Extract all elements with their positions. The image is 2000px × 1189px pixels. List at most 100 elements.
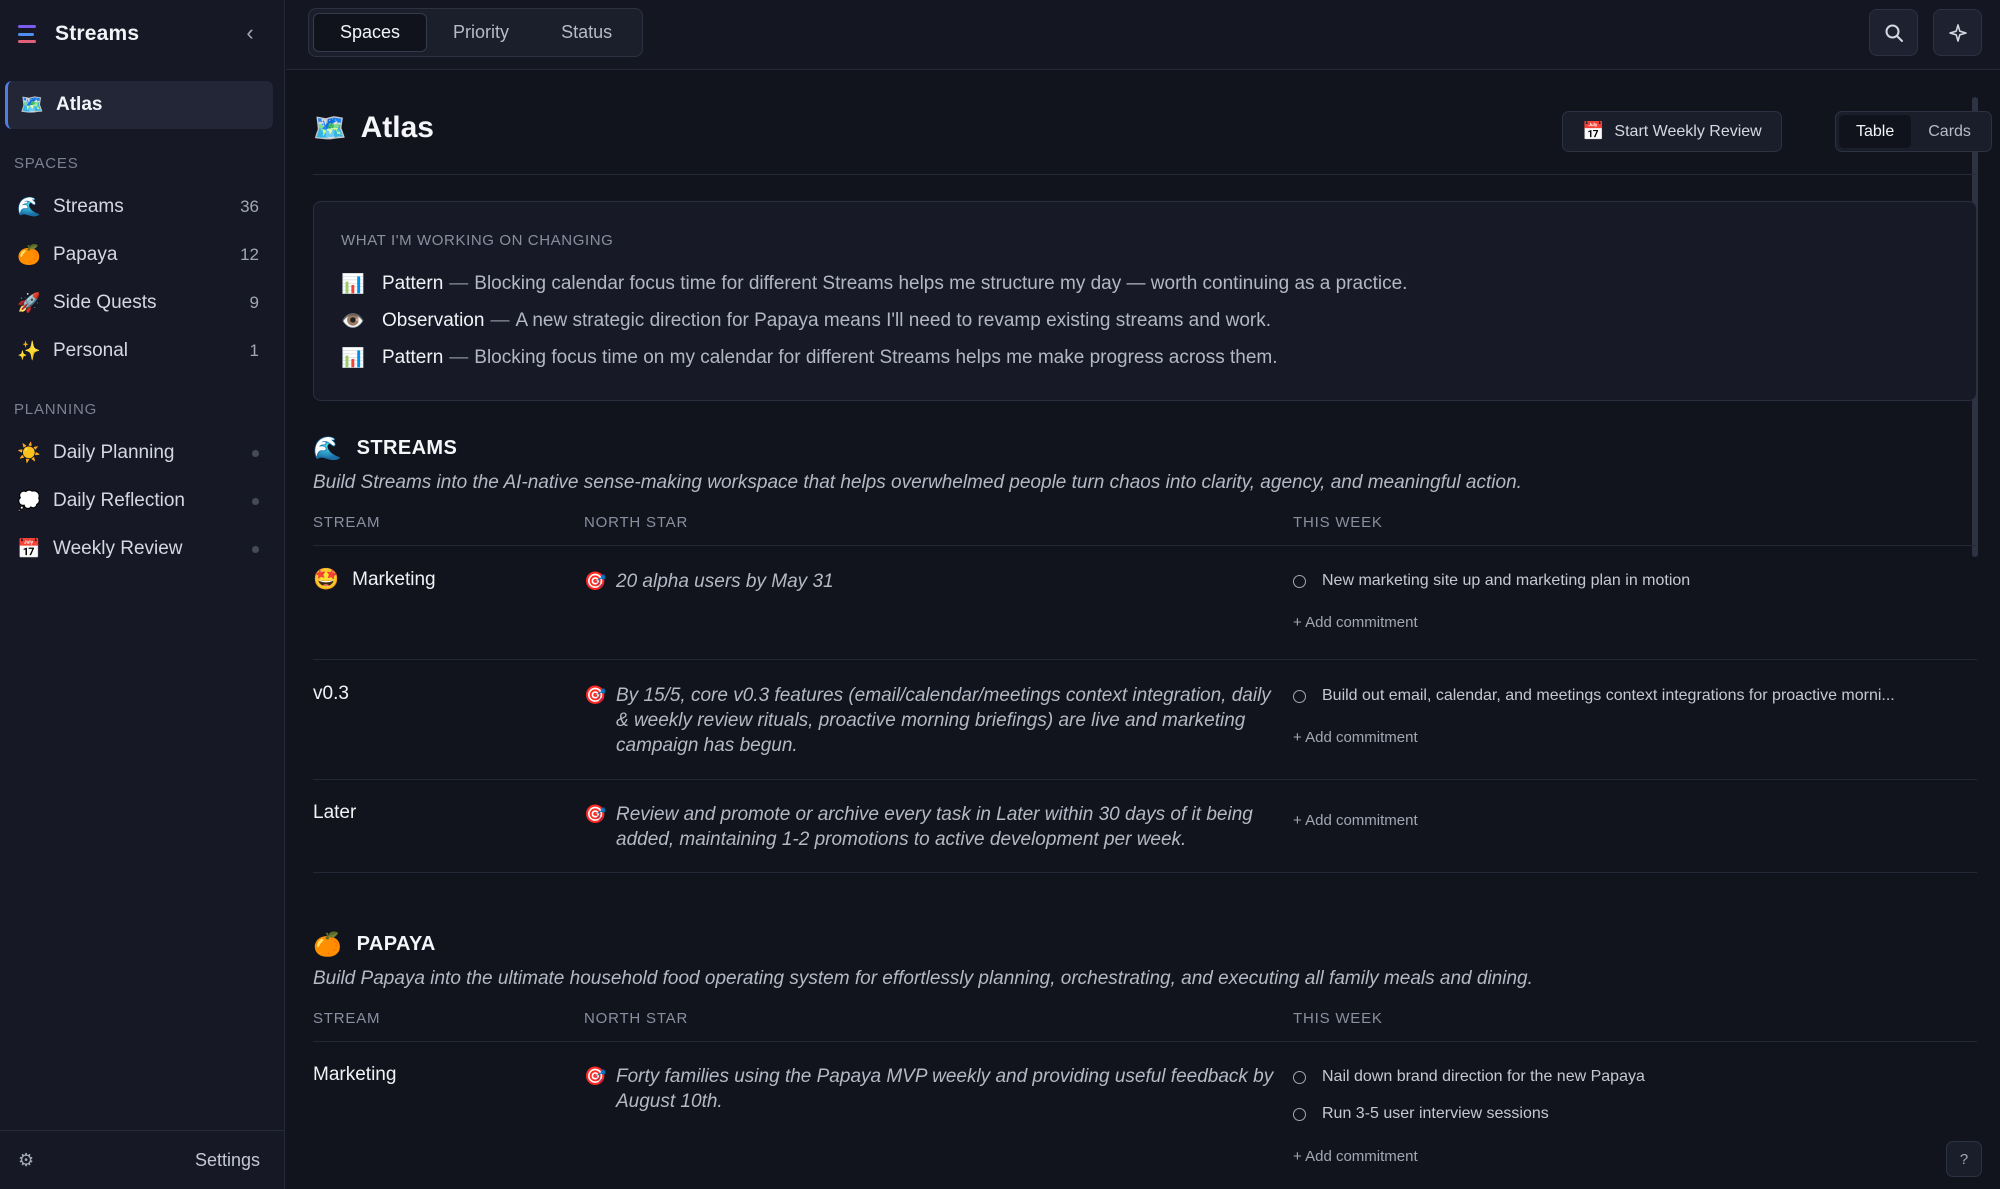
map-icon: 🗺️ bbox=[20, 95, 44, 116]
view-cards-option[interactable]: Cards bbox=[1911, 115, 1988, 148]
column-header-this-week: THIS WEEK bbox=[1293, 1010, 1383, 1027]
settings-button[interactable]: Settings bbox=[195, 1150, 260, 1171]
sidebar-item-label: Weekly Review bbox=[53, 538, 183, 559]
button-label: Start Weekly Review bbox=[1614, 122, 1762, 140]
insight-item: 👁️ Observation — A new strategic directi… bbox=[341, 302, 1949, 339]
stream-name[interactable]: 🤩 Marketing bbox=[313, 568, 436, 592]
thought-bubble-icon: 💭 bbox=[17, 491, 41, 512]
checkbox-circle-icon[interactable] bbox=[1293, 689, 1306, 703]
start-weekly-review-button[interactable]: 📅 Start Weekly Review bbox=[1562, 111, 1782, 152]
north-star-text: Review and promote or archive every task… bbox=[616, 804, 1253, 850]
insight-text: A new strategic direction for Papaya mea… bbox=[515, 309, 1271, 331]
commitment-item[interactable]: New marketing site up and marketing plan… bbox=[1293, 572, 1943, 590]
bar-chart-icon: 📊 bbox=[341, 273, 365, 295]
eye-icon: 👁️ bbox=[341, 310, 365, 332]
north-star-text: By 15/5, core v0.3 features (email/calen… bbox=[616, 685, 1271, 756]
sidebar-item-daily-reflection[interactable]: 💭 Daily Reflection bbox=[5, 479, 273, 523]
divider bbox=[313, 872, 1977, 873]
calendar-icon: 📅 bbox=[1582, 121, 1605, 141]
north-star: 🎯 Forty families using the Papaya MVP we… bbox=[584, 1064, 1274, 1114]
search-icon bbox=[1885, 24, 1903, 42]
checkbox-circle-icon[interactable] bbox=[1293, 574, 1306, 588]
calendar-icon: 📅 bbox=[17, 539, 41, 560]
wave-icon: 🌊 bbox=[313, 435, 342, 461]
commitment-item[interactable]: Run 3-5 user interview sessions bbox=[1293, 1105, 1943, 1123]
checkbox-circle-icon[interactable] bbox=[1293, 1070, 1306, 1084]
add-commitment-button[interactable]: + Add commitment bbox=[1293, 729, 1418, 746]
stream-name[interactable]: v0.3 bbox=[313, 683, 349, 705]
sidebar-item-atlas[interactable]: 🗺️ Atlas bbox=[5, 81, 273, 129]
sidebar-footer: ⚙ Settings bbox=[0, 1130, 285, 1189]
stream-name[interactable]: Marketing bbox=[313, 1064, 396, 1086]
north-star: 🎯 20 alpha users by May 31 bbox=[584, 569, 1274, 594]
separator: — bbox=[449, 272, 469, 294]
stream-label: v0.3 bbox=[313, 683, 349, 704]
status-dot bbox=[252, 449, 259, 457]
status-dot bbox=[252, 497, 259, 505]
sidebar-item-count: 9 bbox=[249, 293, 259, 312]
ai-assistant-button[interactable] bbox=[1933, 9, 1982, 56]
working-on-changing-card: WHAT I'M WORKING ON CHANGING 📊 Pattern —… bbox=[313, 201, 1977, 401]
chevron-left-icon[interactable]: ‹ bbox=[238, 22, 262, 46]
gear-icon[interactable]: ⚙ bbox=[18, 1150, 34, 1171]
sidebar-item-label: Daily Planning bbox=[53, 442, 175, 463]
commitment-text: Run 3-5 user interview sessions bbox=[1322, 1105, 1549, 1122]
north-star-text: 20 alpha users by May 31 bbox=[616, 571, 834, 592]
insight-item: 📊 Pattern — Blocking calendar focus time… bbox=[341, 265, 1949, 302]
insight-kind: Pattern bbox=[382, 272, 444, 294]
column-header-stream: STREAM bbox=[313, 1010, 381, 1027]
commitment-item[interactable]: Build out email, calendar, and meetings … bbox=[1293, 687, 1943, 705]
target-icon: 🎯 bbox=[584, 804, 607, 824]
sparkles-icon: ✨ bbox=[17, 341, 41, 362]
search-button[interactable] bbox=[1869, 9, 1918, 56]
page-title-text: Atlas bbox=[360, 111, 434, 144]
sidebar-item-personal[interactable]: ✨ Personal 1 bbox=[5, 329, 273, 373]
stream-name[interactable]: Later bbox=[313, 802, 356, 824]
view-toggle: Table Cards bbox=[1835, 111, 1992, 152]
card-heading: WHAT I'M WORKING ON CHANGING bbox=[341, 232, 614, 249]
sun-icon: ☀️ bbox=[17, 443, 41, 464]
add-commitment-button[interactable]: + Add commitment bbox=[1293, 1148, 1418, 1165]
commitment-item[interactable]: Nail down brand direction for the new Pa… bbox=[1293, 1068, 1943, 1086]
checkbox-circle-icon[interactable] bbox=[1293, 1107, 1306, 1121]
column-header-this-week: THIS WEEK bbox=[1293, 514, 1383, 531]
top-bar: Spaces Priority Status bbox=[286, 0, 2000, 70]
view-table-option[interactable]: Table bbox=[1839, 115, 1912, 148]
divider bbox=[313, 545, 1977, 546]
sidebar-item-side-quests[interactable]: 🚀 Side Quests 9 bbox=[5, 281, 273, 325]
sparkle-icon bbox=[1948, 23, 1967, 42]
commitment-text: Build out email, calendar, and meetings … bbox=[1322, 687, 1895, 704]
column-header-north-star: NORTH STAR bbox=[584, 1010, 689, 1027]
orange-icon: 🍊 bbox=[313, 931, 342, 957]
insight-item: 📊 Pattern — Blocking focus time on my ca… bbox=[341, 339, 1949, 376]
bar-chart-icon: 📊 bbox=[341, 347, 365, 369]
streams-logo-icon bbox=[18, 25, 38, 43]
divider bbox=[313, 659, 1977, 660]
star-struck-icon: 🤩 bbox=[313, 568, 340, 591]
insight-kind: Observation bbox=[382, 309, 485, 331]
wave-icon: 🌊 bbox=[17, 197, 41, 218]
sidebar-item-daily-planning[interactable]: ☀️ Daily Planning bbox=[5, 431, 273, 475]
sidebar-item-weekly-review[interactable]: 📅 Weekly Review bbox=[5, 527, 273, 571]
tab-spaces[interactable]: Spaces bbox=[313, 13, 428, 52]
sidebar-item-papaya[interactable]: 🍊 Papaya 12 bbox=[5, 233, 273, 277]
add-commitment-button[interactable]: + Add commitment bbox=[1293, 812, 1418, 829]
help-button[interactable]: ? bbox=[1946, 1141, 1982, 1177]
insight-text: Blocking focus time on my calendar for d… bbox=[474, 346, 1278, 368]
sidebar-item-label: Personal bbox=[53, 340, 128, 361]
spaces-section-label: SPACES bbox=[14, 155, 79, 172]
sidebar-item-streams[interactable]: 🌊 Streams 36 bbox=[5, 185, 273, 229]
space-header-streams: 🌊 STREAMS bbox=[313, 435, 457, 462]
sidebar-item-count: 36 bbox=[240, 197, 259, 216]
sidebar-item-label: Daily Reflection bbox=[53, 490, 185, 511]
sidebar: Streams ‹ 🗺️ Atlas SPACES 🌊 Streams 36 🍊… bbox=[0, 0, 285, 1189]
add-commitment-button[interactable]: + Add commitment bbox=[1293, 614, 1418, 631]
space-description: Build Streams into the AI-native sense-m… bbox=[313, 472, 1522, 493]
sidebar-item-count: 1 bbox=[249, 341, 259, 360]
commitment-text: Nail down brand direction for the new Pa… bbox=[1322, 1068, 1645, 1085]
tab-status[interactable]: Status bbox=[535, 13, 638, 52]
tab-priority[interactable]: Priority bbox=[427, 13, 535, 52]
north-star: 🎯 Review and promote or archive every ta… bbox=[584, 802, 1274, 852]
stream-label: Marketing bbox=[313, 1064, 397, 1085]
space-description: Build Papaya into the ultimate household… bbox=[313, 968, 1533, 989]
